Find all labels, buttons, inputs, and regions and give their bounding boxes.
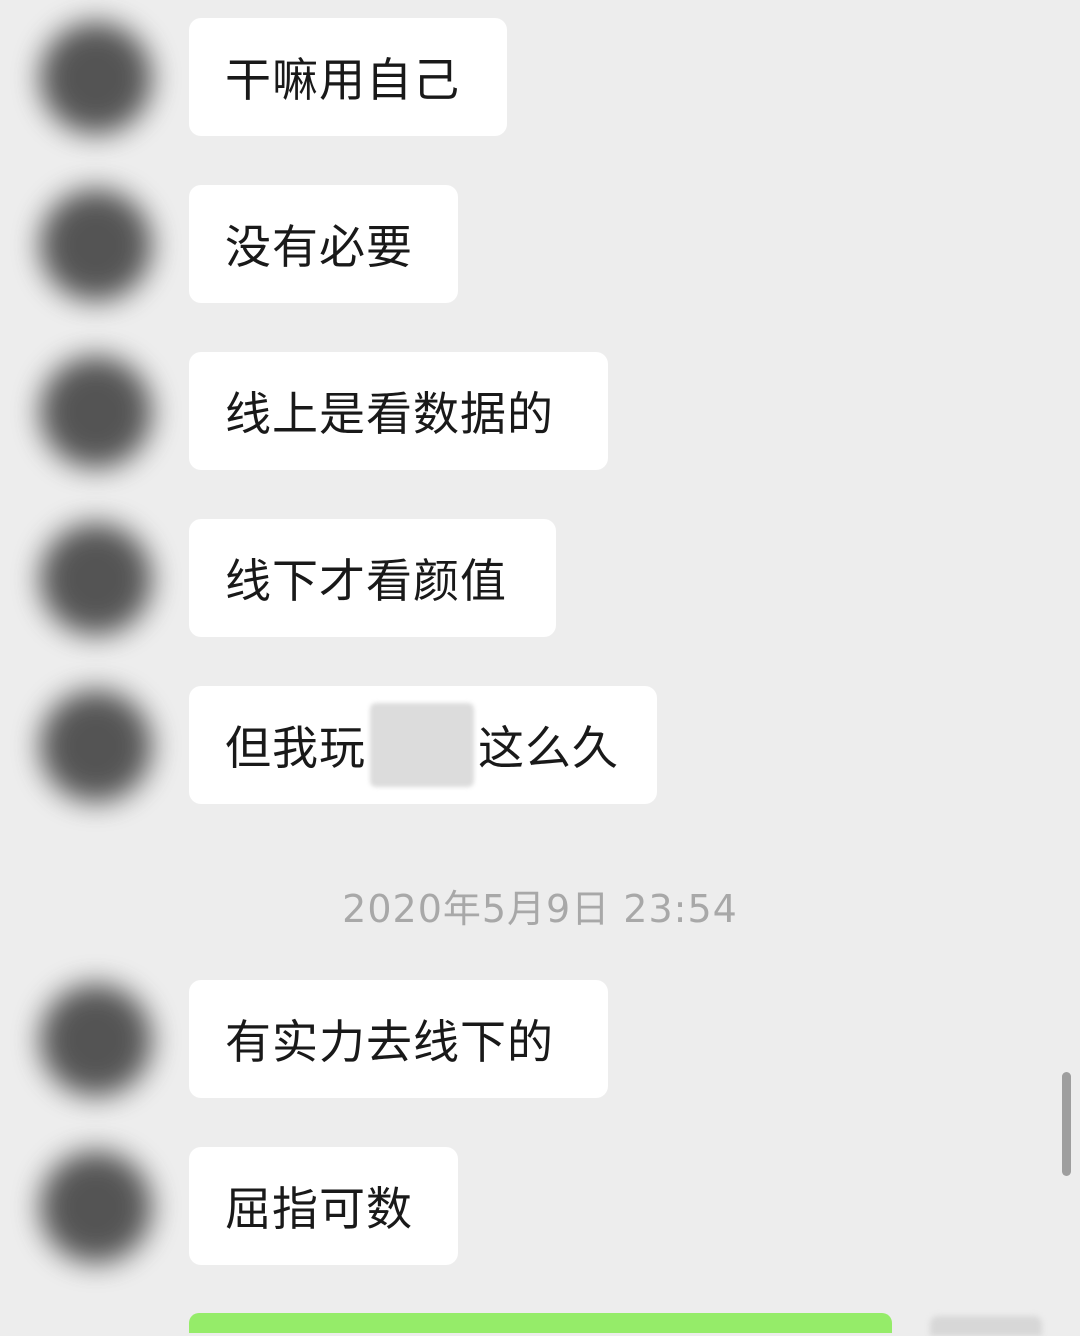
message-text: 线上是看数据的: [225, 387, 554, 441]
message-row: 线下才看颜值: [0, 519, 1080, 639]
contact-avatar[interactable]: [40, 22, 152, 134]
message-bubble[interactable]: 线上是看数据的: [189, 352, 608, 470]
message-bubble[interactable]: 屈指可数: [189, 1147, 458, 1265]
message-row: 有实力去线下的: [0, 980, 1080, 1100]
message-timestamp: 2020年5月9日 23:54: [342, 887, 738, 931]
message-text: 线下才看颜值: [225, 554, 507, 608]
message-bubble[interactable]: 没有必要: [189, 185, 458, 303]
contact-avatar[interactable]: [40, 984, 152, 1096]
message-row: 干嘛用自己: [0, 18, 1080, 138]
message-text-start: 但我玩: [225, 721, 366, 775]
message-text: 干嘛用自己: [225, 53, 460, 107]
message-text: 有实力去线下的: [225, 1015, 554, 1069]
message-bubble[interactable]: 有实力去线下的: [189, 980, 608, 1098]
contact-avatar[interactable]: [40, 690, 152, 802]
contact-avatar[interactable]: [40, 356, 152, 468]
redacted-text: [370, 703, 474, 787]
message-row: 没有必要: [0, 185, 1080, 305]
message-text: 屈指可数: [225, 1182, 413, 1236]
outgoing-message-bubble[interactable]: [189, 1313, 892, 1333]
message-text: 没有必要: [225, 220, 413, 274]
message-text-end: 这么久: [478, 721, 619, 775]
message-row: 线上是看数据的: [0, 352, 1080, 472]
contact-avatar[interactable]: [40, 189, 152, 301]
scrollbar[interactable]: [1062, 1072, 1071, 1176]
message-bubble[interactable]: 线下才看颜值: [189, 519, 556, 637]
chat-message-list[interactable]: 干嘛用自己 没有必要 线上是看数据的 线下才看颜值 但我玩 这么久 2020年5…: [0, 0, 1080, 1336]
contact-avatar[interactable]: [40, 523, 152, 635]
own-avatar[interactable]: [930, 1316, 1042, 1336]
message-bubble[interactable]: 但我玩 这么久: [189, 686, 657, 804]
contact-avatar[interactable]: [40, 1151, 152, 1263]
message-row: 但我玩 这么久: [0, 686, 1080, 806]
message-row: 屈指可数: [0, 1147, 1080, 1267]
message-bubble[interactable]: 干嘛用自己: [189, 18, 507, 136]
